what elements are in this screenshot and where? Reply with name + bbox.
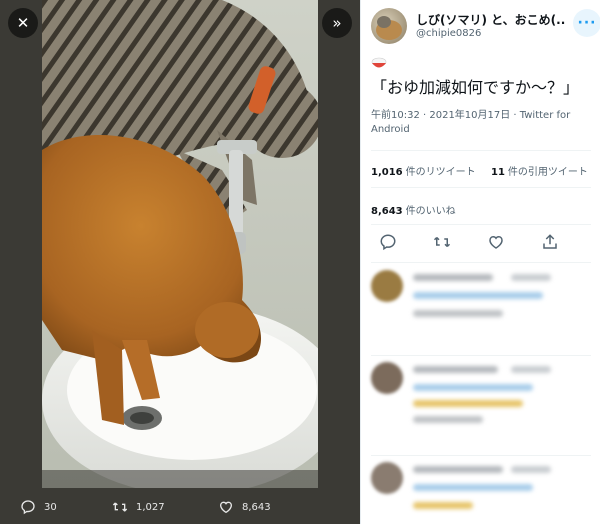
- share-button[interactable]: [541, 233, 561, 253]
- divider: [371, 150, 591, 151]
- reply-icon: [380, 234, 396, 251]
- close-button[interactable]: ✕: [8, 8, 38, 38]
- quote-stat[interactable]: 11 件の引用ツイート: [491, 163, 588, 178]
- like-count: 8,643: [242, 501, 271, 513]
- divider: [371, 187, 591, 188]
- tweet-author[interactable]: しび(ソマリ) と、おこめ(... @chipie0826 ···: [371, 8, 600, 44]
- app-root: ✕ » 30 1,027 8,643 しび(ソマリ) と、おこめ(... @ch…: [0, 0, 600, 524]
- blurred-text: [413, 274, 493, 281]
- reply-item[interactable]: [371, 270, 596, 350]
- tweet-actions: [371, 233, 591, 255]
- blurred-text: [413, 484, 533, 491]
- like-stat-value: 8,643: [371, 206, 403, 217]
- quote-stat-label: 件の引用ツイート: [507, 167, 588, 178]
- quote-stat-value: 11: [491, 167, 505, 178]
- more-icon: ···: [577, 15, 597, 31]
- reply-count: 30: [44, 501, 57, 513]
- author-avatar[interactable]: [371, 8, 407, 44]
- divider: [371, 224, 591, 225]
- divider: [371, 455, 591, 456]
- collapse-icon: »: [332, 14, 342, 32]
- divider: [371, 355, 591, 356]
- blurred-text: [413, 366, 498, 373]
- blurred-text: [511, 466, 551, 473]
- retweet-action[interactable]: 1,027: [112, 499, 165, 515]
- like-stat-label: 件のいいね: [405, 206, 456, 217]
- blurred-text: [511, 366, 551, 373]
- blurred-text: [413, 310, 503, 317]
- reply-action[interactable]: 30: [20, 499, 57, 515]
- tweet-panel: しび(ソマリ) と、おこめ(... @chipie0826 ··· 「おゆ加減如…: [360, 0, 600, 524]
- reply-avatar: [371, 270, 403, 302]
- blurred-text: [413, 466, 503, 473]
- more-options-button[interactable]: ···: [573, 9, 600, 37]
- author-name[interactable]: しび(ソマリ) と、おこめ(...: [416, 11, 566, 28]
- like-button[interactable]: [487, 233, 507, 253]
- retweet-icon: [433, 236, 451, 248]
- like-action[interactable]: 8,643: [218, 499, 271, 515]
- reply-avatar: [371, 462, 403, 494]
- blurred-text: [413, 292, 543, 299]
- collapse-panel-button[interactable]: »: [322, 8, 352, 38]
- rice-bowl-emoji: [371, 54, 387, 68]
- author-handle[interactable]: @chipie0826: [416, 28, 481, 39]
- reply-item[interactable]: [371, 362, 596, 442]
- tweet-photo[interactable]: [42, 0, 318, 488]
- media-viewer: ✕ » 30 1,027 8,643: [0, 0, 360, 524]
- blurred-text: [413, 502, 473, 509]
- close-icon: ✕: [16, 14, 30, 32]
- tweet-timestamp[interactable]: 午前10:32 · 2021年10月17日 · Twitter for Andr…: [371, 109, 591, 137]
- media-action-bar: 30 1,027 8,643: [0, 490, 360, 524]
- retweet-stat[interactable]: 1,016 件のリツイート: [371, 163, 476, 178]
- divider: [371, 262, 591, 263]
- heart-icon: [489, 235, 503, 249]
- blurred-text: [511, 274, 551, 281]
- like-stat[interactable]: 8,643 件のいいね: [371, 202, 456, 217]
- reply-item[interactable]: [371, 462, 596, 522]
- tweet-text-content: 「おゆ加減如何ですか〜？」: [371, 78, 580, 97]
- heart-icon: [218, 499, 234, 515]
- retweet-stat-label: 件のリツイート: [405, 167, 476, 178]
- blurred-text: [413, 384, 533, 391]
- reply-icon: [20, 499, 36, 515]
- retweet-icon: [112, 499, 128, 515]
- retweet-stat-value: 1,016: [371, 167, 403, 178]
- blurred-text: [413, 400, 523, 407]
- retweet-button[interactable]: [433, 233, 453, 253]
- cats-drinking-photo: [42, 0, 318, 488]
- reply-avatar: [371, 362, 403, 394]
- retweet-count: 1,027: [136, 501, 165, 513]
- reply-button[interactable]: [379, 233, 399, 253]
- share-icon: [543, 234, 557, 249]
- blurred-text: [413, 416, 483, 423]
- tweet-text: 「おゆ加減如何ですか〜？」: [371, 53, 591, 99]
